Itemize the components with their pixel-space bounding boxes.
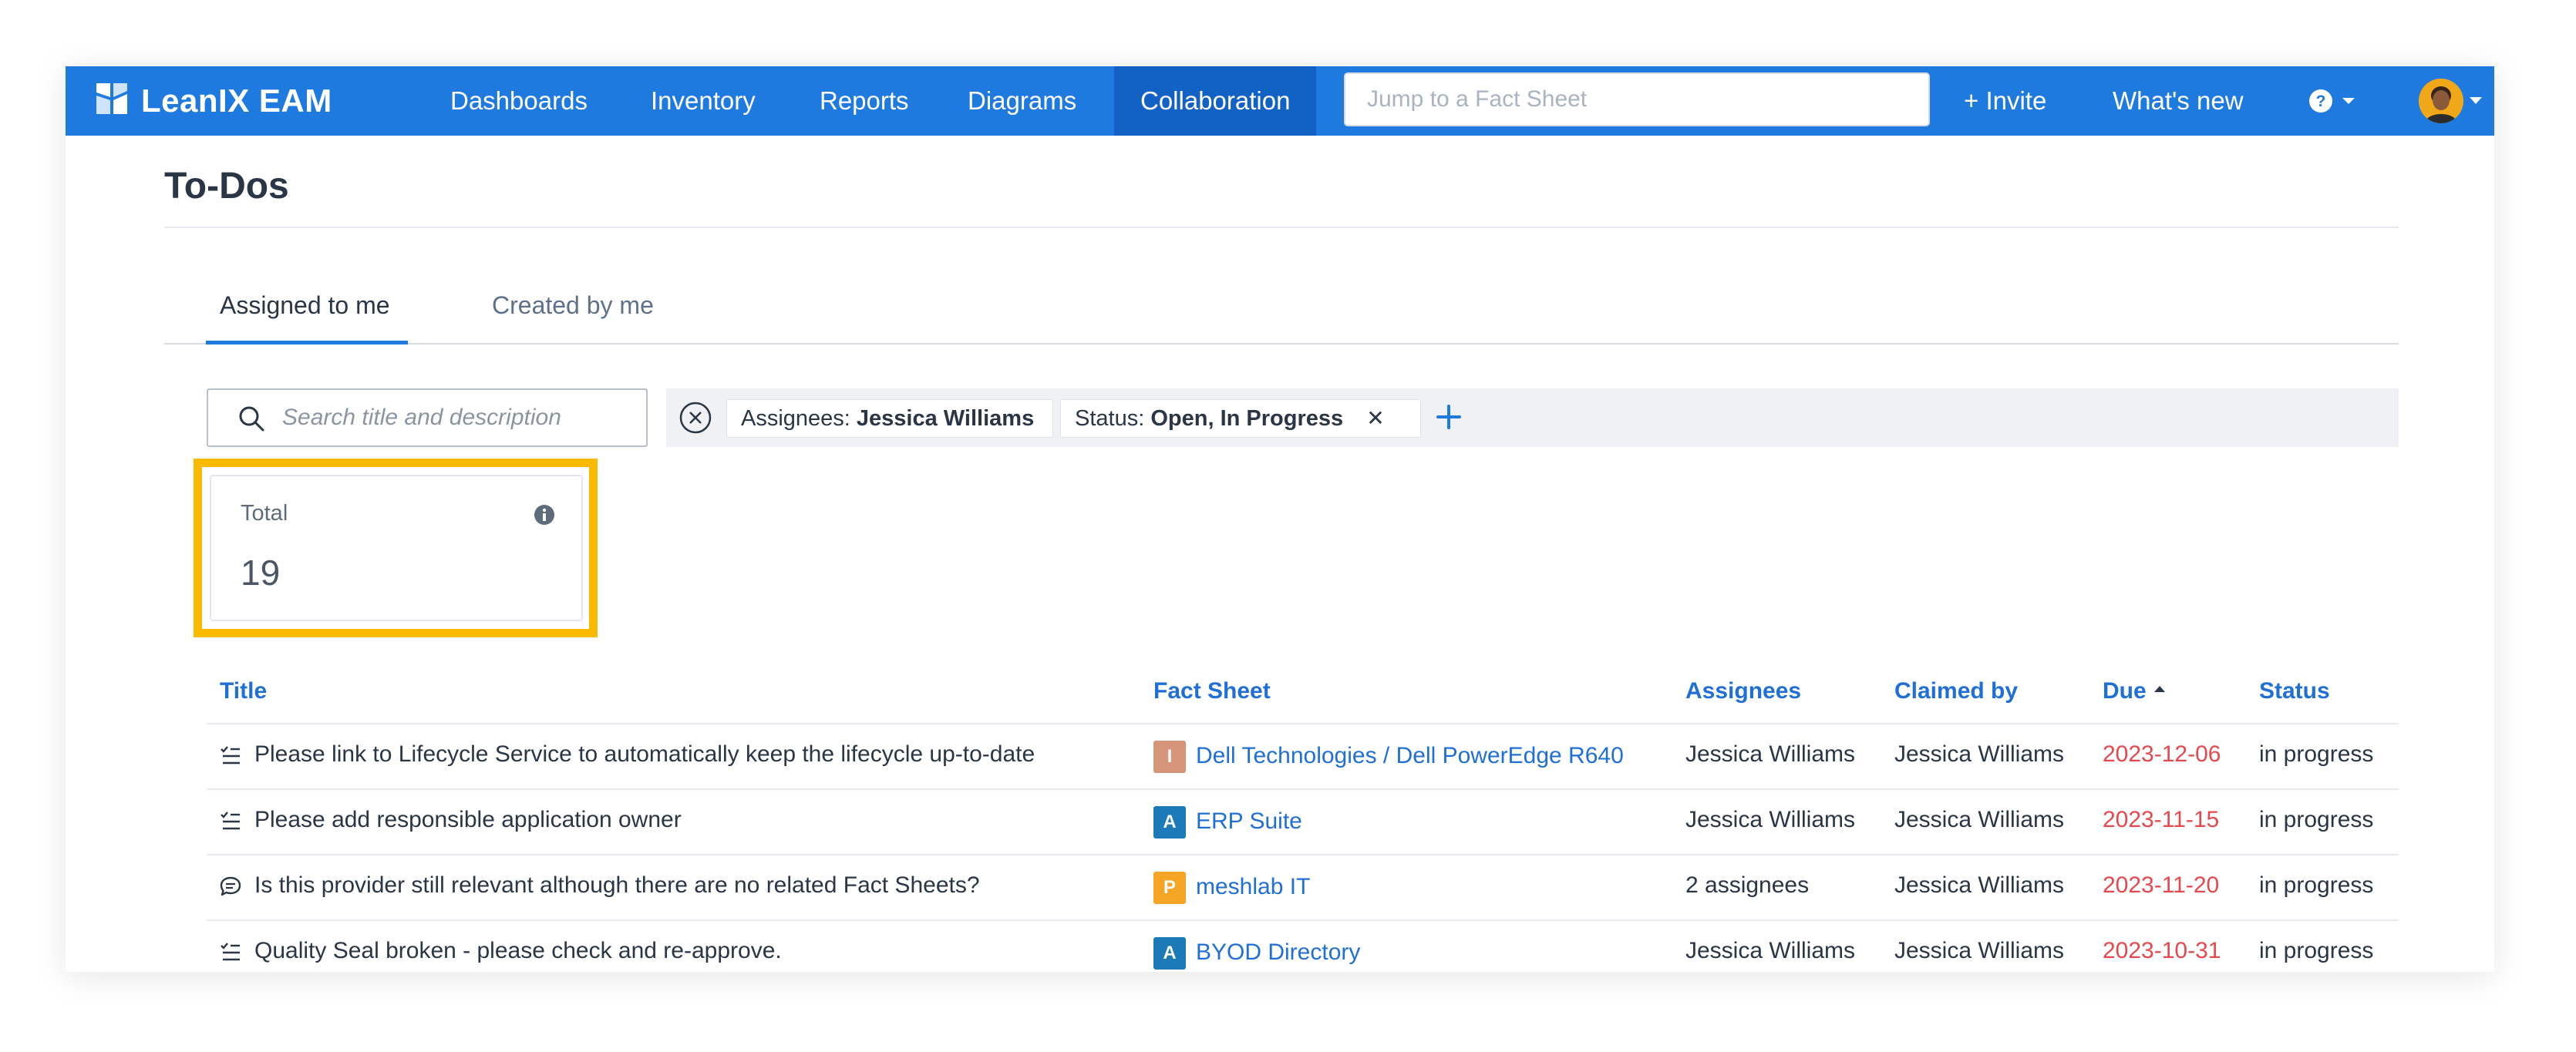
nav-inventory[interactable]: Inventory [651,66,756,136]
nav-dashboards[interactable]: Dashboards [450,66,588,136]
fact-sheet-type-badge: P [1153,872,1186,904]
info-icon[interactable] [534,504,555,526]
nav-reports[interactable]: Reports [820,66,909,136]
assignees-cell: Jessica Williams [1685,741,1856,767]
todo-title[interactable]: Please link to Lifecycle Service to auto… [254,741,1035,768]
tab-created-by-me[interactable]: Created by me [492,290,654,321]
title-divider [164,227,2399,228]
filter-bar: Assignees: Jessica Williams Status: Open… [666,388,2399,447]
leanix-logo-icon [96,83,127,114]
search-input[interactable] [282,390,637,445]
comment-icon [220,876,241,896]
active-tab-indicator [206,341,408,345]
tab-assigned-to-me[interactable]: Assigned to me [220,290,390,321]
nav-collaboration[interactable]: Collaboration [1114,66,1317,136]
clear-filters-icon[interactable] [679,401,712,435]
total-summary-card: Total 19 [210,475,583,621]
due-date-cell: 2023-11-20 [2103,872,2220,898]
search-box[interactable] [207,388,648,447]
checklist-icon [221,812,240,830]
filter-chip-value: Jessica Williams [856,406,1035,431]
total-label: Total [241,501,288,526]
page-title: To-Dos [164,166,289,207]
row-divider [207,788,2399,790]
filter-chip-key: Status: [1075,406,1145,431]
status-cell: in progress [2259,807,2374,832]
fact-sheet-type-badge: A [1153,937,1186,970]
todo-title[interactable]: Is this provider still relevant although… [254,872,980,899]
assignees-cell: Jessica Williams [1685,807,1856,832]
due-date-cell: 2023-10-31 [2103,938,2221,963]
add-filter-icon[interactable] [1433,401,1465,433]
status-cell: in progress [2259,938,2374,963]
whats-new-link[interactable]: What's new [2113,66,2244,136]
checklist-icon [221,746,240,765]
header-divider [207,723,2399,724]
filter-chip-assignees[interactable]: Assignees: Jessica Williams [726,399,1053,438]
help-menu-icon[interactable]: ? [2308,88,2362,114]
fact-sheet-type-badge: I [1153,741,1186,773]
fact-sheet-link[interactable]: Dell Technologies / Dell PowerEdge R640 [1196,743,1624,769]
claimed-by-cell: Jessica Williams [1894,807,2065,832]
avatar-dropdown-caret-icon[interactable] [2470,97,2482,104]
column-header-assignees[interactable]: Assignees [1685,678,1801,704]
fact-sheet-type-badge: A [1153,806,1186,839]
brand-name[interactable]: LeanIX EAM [141,82,332,120]
sort-ascending-icon [2153,686,2165,692]
due-date-cell: 2023-11-15 [2103,807,2220,832]
user-avatar[interactable] [2419,79,2463,123]
row-divider [207,854,2399,855]
total-count: 19 [241,553,281,593]
column-header-claimed-by[interactable]: Claimed by [1894,678,2018,704]
claimed-by-cell: Jessica Williams [1894,938,2065,963]
fact-sheet-link[interactable]: ERP Suite [1196,808,1302,835]
todo-title[interactable]: Please add responsible application owner [254,807,682,833]
column-header-fact-sheet[interactable]: Fact Sheet [1153,678,1271,704]
fact-sheet-link[interactable]: BYOD Directory [1196,939,1360,966]
column-header-due-label: Due [2103,678,2147,704]
due-date-cell: 2023-12-06 [2103,741,2221,767]
top-navigation-bar: LeanIX EAM Dashboards Inventory Reports … [66,66,2494,136]
column-header-due[interactable]: Due [2103,678,2165,704]
checklist-icon [221,943,240,961]
assignees-cell: Jessica Williams [1685,938,1856,963]
row-divider [207,919,2399,921]
nav-diagrams[interactable]: Diagrams [968,66,1076,136]
fact-sheet-link[interactable]: meshlab IT [1196,874,1310,900]
app-window: LeanIX EAM Dashboards Inventory Reports … [66,66,2494,972]
assignees-cell[interactable]: 2 assignees [1685,872,1809,899]
invite-button[interactable]: + Invite [1964,66,2046,136]
status-cell: in progress [2259,741,2374,767]
jump-to-fact-sheet-input[interactable] [1344,72,1930,126]
tabs-divider [164,343,2399,345]
filter-chip-value: Open, In Progress [1150,406,1344,431]
claimed-by-cell: Jessica Williams [1894,872,2065,898]
status-cell: in progress [2259,872,2374,898]
search-icon [239,406,264,432]
svg-text:?: ? [2316,92,2326,110]
avatar-face-icon [2419,79,2463,123]
column-header-title[interactable]: Title [220,678,267,704]
claimed-by-cell: Jessica Williams [1894,741,2065,767]
filter-chip-status[interactable]: Status: Open, In Progress ✕ [1060,399,1421,438]
remove-filter-icon[interactable]: ✕ [1366,400,1384,437]
column-header-status[interactable]: Status [2259,678,2330,704]
todo-title[interactable]: Quality Seal broken - please check and r… [254,938,782,964]
filter-chip-key: Assignees: [741,406,850,431]
